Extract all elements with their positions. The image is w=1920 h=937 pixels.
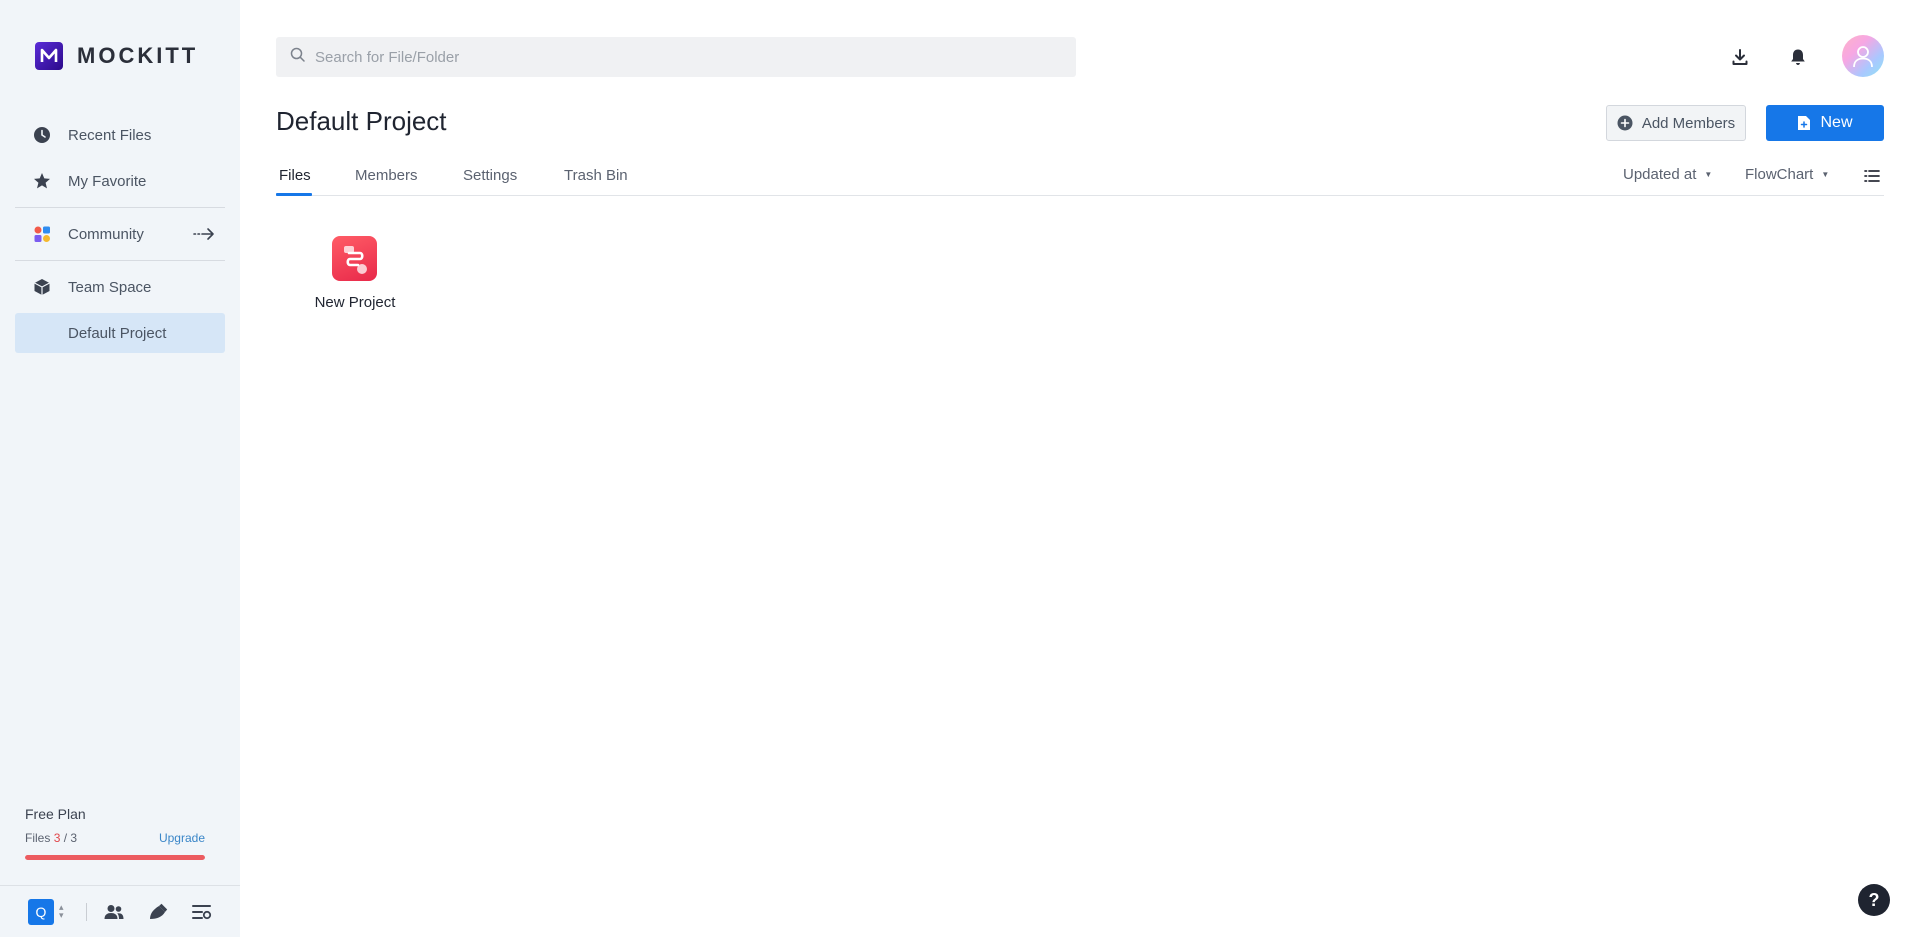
flowchart-file-icon	[332, 236, 377, 281]
list-view-icon[interactable]	[1862, 167, 1882, 185]
settings-list-icon[interactable]	[191, 901, 213, 923]
arrow-right-icon[interactable]	[193, 225, 215, 247]
files-separator: /	[60, 831, 71, 845]
file-card[interactable]: New Project	[305, 234, 405, 314]
sidebar-bottom-bar: Q ▴ ▾	[0, 885, 240, 937]
logo-text: MOCKITT	[77, 43, 199, 68]
file-name: New Project	[314, 294, 396, 311]
tab-members[interactable]: Members	[355, 160, 418, 196]
team-switcher-button[interactable]: Q	[28, 899, 54, 925]
upgrade-link[interactable]: Upgrade	[159, 831, 205, 845]
sidebar: MOCKITT Recent Files My Favorite Communi…	[0, 0, 240, 937]
new-button[interactable]: New	[1766, 105, 1884, 141]
plus-circle-icon	[1617, 115, 1633, 131]
page-title: Default Project	[276, 106, 447, 136]
new-label: New	[1820, 114, 1853, 131]
tabs-divider	[276, 195, 1884, 196]
files-total: 3	[70, 831, 78, 845]
mockitt-logo-icon	[35, 42, 63, 70]
plan-usage-fill	[25, 855, 205, 860]
tab-settings[interactable]: Settings	[463, 160, 517, 196]
sort-label: Updated at	[1623, 166, 1697, 183]
sidebar-divider	[15, 260, 225, 261]
file-type-filter-dropdown[interactable]: FlowChart ▼	[1745, 166, 1829, 183]
bottom-bar-divider	[86, 903, 87, 921]
sidebar-item-community[interactable]: Community	[15, 214, 225, 254]
tab-files[interactable]: Files	[279, 160, 311, 196]
sidebar-item-my-favorite[interactable]: My Favorite	[15, 161, 225, 201]
tab-trash-bin[interactable]: Trash Bin	[564, 160, 628, 196]
search-icon	[290, 47, 305, 67]
help-button[interactable]: ?	[1858, 884, 1890, 916]
plan-panel: Free Plan Files 3 / 3 Upgrade	[25, 806, 205, 860]
sidebar-divider	[15, 207, 225, 208]
sidebar-item-team-space[interactable]: Team Space	[15, 267, 225, 307]
plan-usage-bar	[25, 855, 205, 860]
sidebar-item-label: Community	[68, 225, 144, 243]
community-icon	[33, 225, 51, 243]
updown-caret-icon[interactable]: ▴ ▾	[59, 903, 64, 920]
add-members-label: Add Members	[1641, 114, 1736, 132]
filter-label: FlowChart	[1745, 166, 1814, 183]
files-label: Files	[25, 831, 51, 845]
design-icon[interactable]	[147, 901, 169, 923]
sidebar-item-label: My Favorite	[68, 172, 147, 190]
search-bar[interactable]	[276, 37, 1076, 77]
search-input[interactable]	[315, 48, 1015, 66]
logo[interactable]: MOCKITT	[35, 42, 198, 70]
caret-down-icon: ▼	[1704, 170, 1713, 179]
star-icon	[33, 172, 51, 190]
sidebar-item-recent-files[interactable]: Recent Files	[15, 115, 225, 155]
add-members-button[interactable]: Add Members	[1606, 105, 1746, 141]
avatar[interactable]	[1842, 35, 1884, 77]
active-tab-indicator	[276, 193, 312, 196]
sidebar-item-default-project[interactable]: Default Project	[15, 313, 225, 353]
caret-down-icon: ▼	[1821, 170, 1830, 179]
bell-icon[interactable]	[1786, 45, 1810, 69]
sidebar-item-label: Default Project	[68, 324, 167, 342]
plan-title: Free Plan	[25, 806, 86, 822]
new-file-icon	[1797, 115, 1811, 131]
sort-dropdown[interactable]: Updated at ▼	[1623, 166, 1712, 183]
download-icon[interactable]	[1728, 45, 1752, 69]
cube-icon	[33, 278, 51, 296]
sidebar-item-label: Team Space	[68, 278, 152, 296]
clock-icon	[33, 126, 51, 144]
plan-usage-row: Files 3 / 3 Upgrade	[25, 831, 205, 845]
sidebar-item-label: Recent Files	[68, 126, 152, 144]
team-members-icon[interactable]	[103, 901, 125, 923]
plan-usage-text: Files 3 / 3	[25, 831, 77, 845]
